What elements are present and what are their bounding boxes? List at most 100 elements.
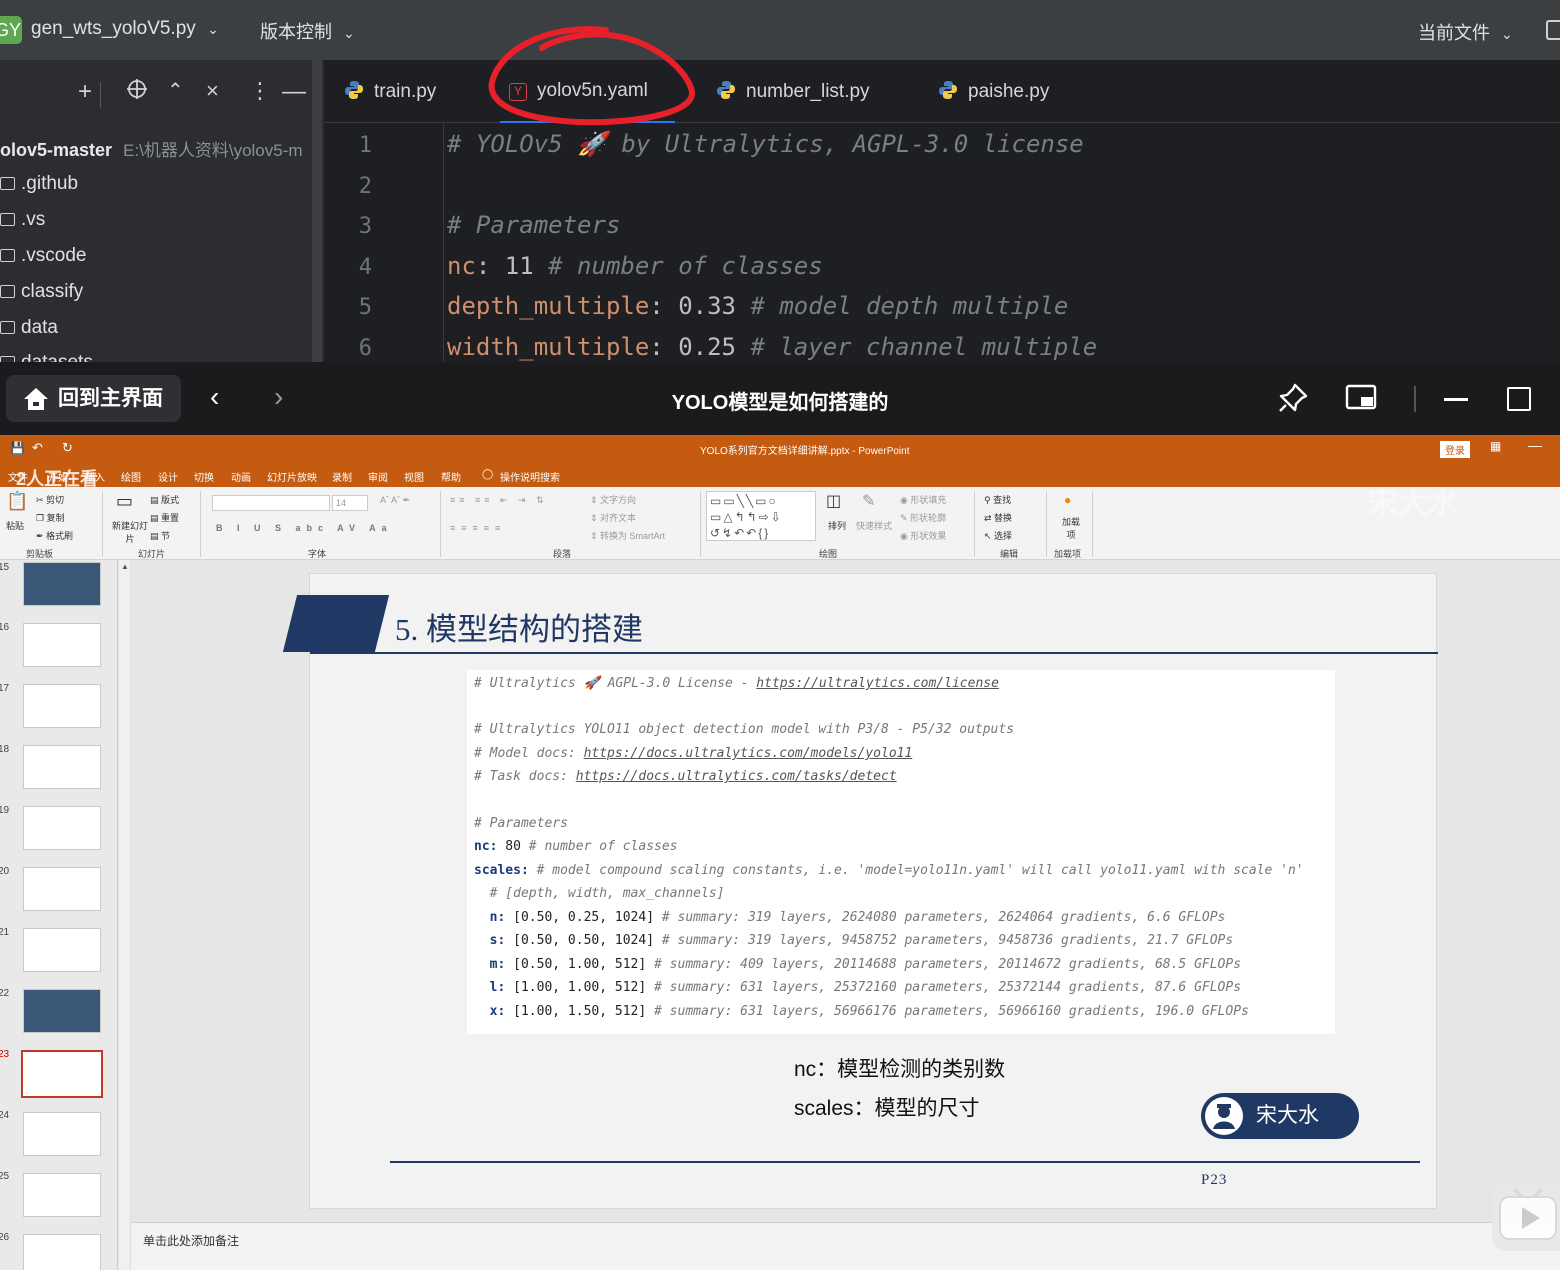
run-icon[interactable] bbox=[1546, 20, 1560, 40]
arrange-label[interactable]: 排列 bbox=[828, 519, 846, 532]
slide-thumbnail[interactable] bbox=[23, 745, 101, 789]
slide-thumbnail[interactable] bbox=[23, 1112, 101, 1156]
tv-play-icon[interactable] bbox=[1492, 1185, 1560, 1251]
replace-button[interactable]: ⇄ 替换 bbox=[984, 511, 1012, 524]
tree-item-datasets[interactable]: datasets bbox=[0, 352, 93, 362]
slide-thumbnail[interactable] bbox=[23, 1234, 101, 1270]
locate-icon[interactable] bbox=[126, 78, 148, 107]
expand-all-icon[interactable]: ⌃ bbox=[167, 78, 184, 103]
find-button[interactable]: ⚲ 查找 bbox=[984, 493, 1011, 506]
cut-button[interactable]: ✂ 剪切 bbox=[36, 493, 64, 506]
slide-thumbnail[interactable] bbox=[23, 806, 101, 850]
slide-thumbnail[interactable] bbox=[23, 989, 101, 1033]
tree-item-classify[interactable]: classify bbox=[0, 281, 83, 303]
text-direction-button[interactable]: ⇕ 文字方向 bbox=[590, 493, 636, 506]
slide-thumbnail[interactable] bbox=[23, 623, 101, 667]
menu-record[interactable]: 录制 bbox=[332, 469, 352, 484]
menu-help[interactable]: 帮助 bbox=[441, 469, 461, 484]
lightbulb-icon: ◯ bbox=[482, 469, 494, 480]
thumbnail-scrollbar[interactable]: ▲ bbox=[119, 560, 131, 1270]
shape-outline-button[interactable]: ✎ 形状轮廓 bbox=[900, 511, 946, 524]
menu-draw[interactable]: 绘图 bbox=[121, 469, 141, 484]
add-icon[interactable]: + bbox=[78, 78, 92, 106]
line-number: 6 bbox=[358, 336, 372, 361]
vcs-menu[interactable]: 版本控制 ⌄ bbox=[260, 18, 355, 44]
undo-icon[interactable]: ↶ bbox=[32, 440, 43, 456]
folder-icon bbox=[0, 321, 15, 334]
addins-label[interactable]: 加载项 bbox=[1060, 515, 1082, 541]
menu-animations[interactable]: 动画 bbox=[231, 469, 251, 484]
ribbon-display-icon[interactable]: ▦ bbox=[1490, 439, 1501, 453]
thumb-number: 17 bbox=[0, 683, 10, 694]
menu-slideshow[interactable]: 幻灯片放映 bbox=[267, 469, 317, 484]
quick-styles-label[interactable]: 快速样式 bbox=[856, 519, 892, 532]
layout-button[interactable]: ▤ 版式 bbox=[150, 493, 179, 506]
tab-train-py[interactable]: train.py bbox=[344, 80, 436, 103]
project-badge[interactable]: GY bbox=[0, 16, 22, 44]
menu-review[interactable]: 审阅 bbox=[368, 469, 388, 484]
section-button[interactable]: ▤ 节 bbox=[150, 529, 170, 542]
font-family-select[interactable] bbox=[212, 495, 330, 511]
copy-button[interactable]: ❐ 复制 bbox=[36, 511, 65, 524]
shape-effects-button[interactable]: ◉ 形状效果 bbox=[900, 529, 946, 542]
slide-thumbnail[interactable] bbox=[23, 684, 101, 728]
redo-icon[interactable]: ↻ bbox=[62, 440, 73, 456]
slide-thumbnail[interactable] bbox=[23, 867, 101, 911]
slide-thumbnail-active[interactable] bbox=[21, 1050, 103, 1098]
code-line: # [depth, width, max_channels] bbox=[474, 886, 725, 901]
paste-icon[interactable]: 📋 bbox=[6, 491, 28, 512]
slide-thumbnail[interactable] bbox=[23, 928, 101, 972]
font-style-buttons[interactable]: B I U S abc AV Aa bbox=[216, 523, 393, 533]
select-button[interactable]: ↖ 选择 bbox=[984, 529, 1012, 542]
align-text-button[interactable]: ⇕ 对齐文本 bbox=[590, 511, 636, 524]
font-size-select[interactable]: 14 bbox=[332, 495, 368, 511]
tree-root[interactable]: olov5-master E:\机器人资料\yolov5-m bbox=[0, 136, 303, 161]
slide-thumbnail[interactable] bbox=[23, 1173, 101, 1217]
new-slide-label[interactable]: 新建幻灯片 bbox=[110, 519, 150, 545]
save-icon[interactable]: 💾 bbox=[10, 441, 25, 455]
tree-item-data[interactable]: data bbox=[0, 317, 58, 339]
quick-styles-icon[interactable]: ✎ bbox=[862, 491, 875, 511]
project-file-selector[interactable]: gen_wts_yoloV5.py ⌄ bbox=[31, 18, 219, 40]
collapse-all-icon[interactable]: × bbox=[206, 78, 219, 104]
format-painter-button[interactable]: ✒ 格式刷 bbox=[36, 529, 73, 542]
login-button[interactable]: 登录 bbox=[1440, 441, 1470, 458]
notes-pane[interactable]: 单击此处添加备注 bbox=[131, 1222, 1560, 1270]
reset-label: 重置 bbox=[161, 513, 180, 523]
font-grow-icon[interactable]: Aˆ Aˇ ✒ bbox=[380, 495, 410, 506]
tree-item-github[interactable]: .github bbox=[0, 173, 78, 195]
arrange-icon[interactable]: ◫ bbox=[826, 491, 841, 511]
picture-in-picture-icon[interactable] bbox=[1345, 384, 1377, 412]
run-config-selector[interactable]: 当前文件 ⌄ bbox=[1418, 19, 1513, 45]
code-comment: # summary: 319 layers, 2624080 parameter… bbox=[661, 910, 1226, 925]
menu-view[interactable]: 视图 bbox=[404, 469, 424, 484]
minimize-icon[interactable] bbox=[1444, 398, 1468, 401]
pin-icon[interactable] bbox=[1277, 382, 1309, 414]
shapes-gallery[interactable]: ▭▭╲╲▭○ ▭△↰↰⇨⇩ ↺↯↶↶{} bbox=[706, 491, 816, 541]
reset-button[interactable]: ▤ 重置 bbox=[150, 511, 179, 524]
paste-label[interactable]: 粘贴 bbox=[6, 519, 24, 532]
menu-design[interactable]: 设计 bbox=[158, 469, 178, 484]
addins-icon[interactable]: ● bbox=[1064, 493, 1071, 507]
smartart-button[interactable]: ⇕ 转换为 SmartArt bbox=[590, 529, 665, 542]
project-tree-scrollbar[interactable] bbox=[312, 60, 322, 362]
menu-transitions[interactable]: 切换 bbox=[194, 469, 214, 484]
ppt-minimize-icon[interactable]: — bbox=[1528, 437, 1542, 453]
list-buttons[interactable]: ≡≡ ≡≡ ⇤ ⇥ ⇅ bbox=[450, 495, 548, 506]
code-editor[interactable]: 1 2 3 4 5 6 # YOLOv5 🚀 by Ultralytics, A… bbox=[324, 123, 1560, 362]
tree-item-vs[interactable]: .vs bbox=[0, 209, 45, 231]
slide-canvas[interactable]: 5. 模型结构的搭建 # Ultralytics 🚀 AGPL-3.0 Lice… bbox=[282, 573, 1438, 1209]
new-slide-icon[interactable]: ▭ bbox=[116, 491, 133, 512]
shape-fill-button[interactable]: ◉ 形状填充 bbox=[900, 493, 946, 506]
align-buttons[interactable]: ≡≡≡≡≡ bbox=[450, 523, 506, 533]
tab-paishe-py[interactable]: paishe.py bbox=[938, 80, 1049, 103]
scroll-up-icon[interactable]: ▲ bbox=[121, 562, 129, 571]
minimize-icon[interactable]: — bbox=[282, 78, 306, 106]
tab-number-list-py[interactable]: number_list.py bbox=[716, 80, 870, 103]
slide-thumbnail[interactable] bbox=[23, 562, 101, 606]
tree-item-vscode[interactable]: .vscode bbox=[0, 245, 86, 267]
channel-watermark: 宋大水 bbox=[1368, 487, 1458, 520]
more-options-icon[interactable]: ⋮ bbox=[249, 78, 271, 104]
maximize-icon[interactable] bbox=[1507, 387, 1531, 411]
tell-me-search[interactable]: 操作说明搜索 bbox=[500, 469, 560, 484]
